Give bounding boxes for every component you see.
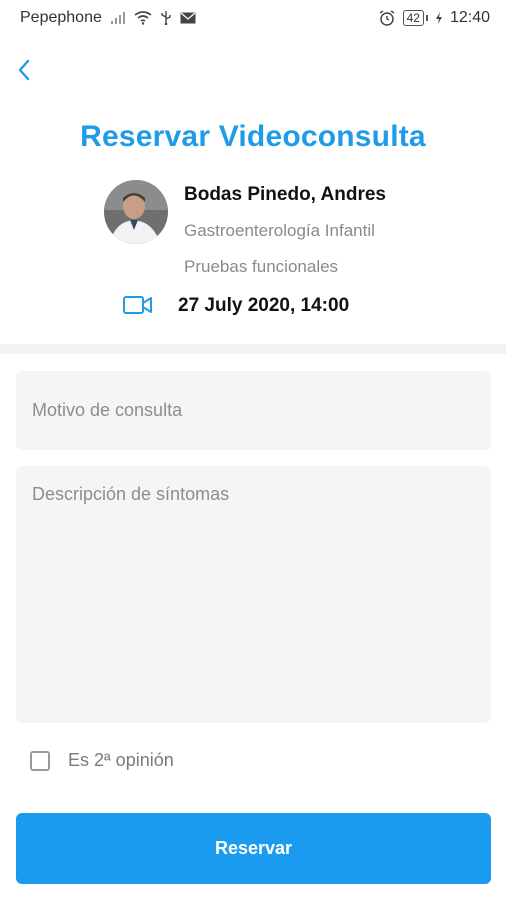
status-bar-left: Pepephone	[20, 9, 196, 27]
doctor-photo	[104, 180, 168, 244]
status-bar-right: 42 12:40	[379, 9, 490, 27]
battery-icon: 42	[402, 10, 428, 26]
status-bar: Pepephone 42 12:40	[0, 0, 506, 36]
mail-icon	[180, 12, 196, 24]
battery-level: 42	[402, 10, 424, 26]
charging-icon	[435, 12, 442, 24]
reservar-button[interactable]: Reservar	[16, 813, 491, 884]
appointment-datetime: 27 July 2020, 14:00	[178, 295, 350, 316]
back-button[interactable]	[10, 54, 38, 86]
alarm-icon	[379, 10, 395, 26]
second-opinion-label: Es 2ª opinión	[68, 750, 174, 770]
checkbox-box[interactable]	[30, 750, 50, 771]
motivo-consulta-input[interactable]	[16, 371, 491, 450]
usb-icon	[160, 11, 172, 25]
carrier-name: Pepephone	[20, 9, 102, 26]
doctor-name: Bodas Pinedo, Andres	[184, 184, 386, 205]
doctor-specialty: Gastroenterología Infantil	[184, 221, 375, 240]
wifi-icon	[134, 11, 152, 25]
second-opinion-checkbox[interactable]: Es 2ª opinión	[30, 750, 174, 771]
descripcion-sintomas-textarea[interactable]	[16, 466, 491, 723]
page-title: Reservar Videoconsulta	[80, 120, 426, 153]
clock: 12:40	[449, 9, 490, 26]
video-camera-icon	[122, 293, 154, 317]
chevron-left-icon	[18, 59, 30, 81]
signal-icon	[110, 11, 126, 25]
doctor-service: Pruebas funcionales	[184, 257, 339, 276]
battery-tip	[425, 15, 428, 21]
avatar	[104, 180, 168, 244]
section-divider	[0, 344, 506, 354]
